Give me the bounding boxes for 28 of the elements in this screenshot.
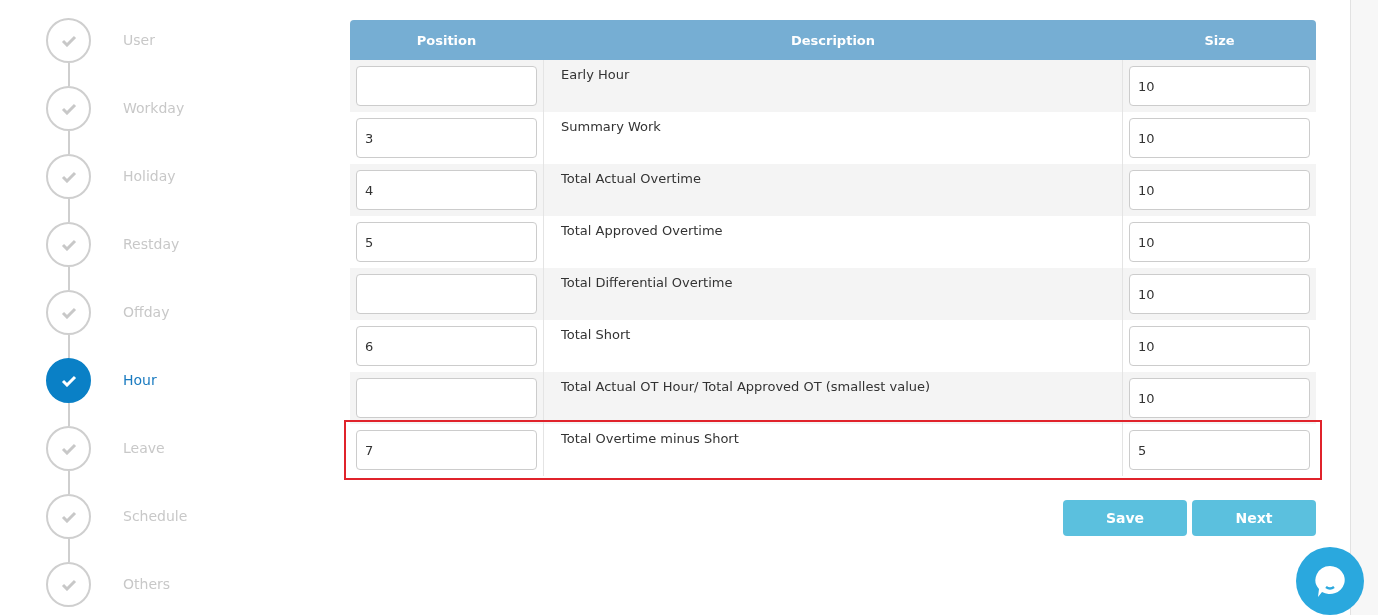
step-label[interactable]: Hour (123, 372, 157, 388)
description-cell: Total Differential Overtime (561, 275, 733, 290)
size-input[interactable]: 5 (1129, 430, 1310, 470)
size-input[interactable]: 10 (1129, 222, 1310, 262)
column-header: Size (1203, 32, 1236, 48)
position-input[interactable]: 5 (356, 222, 537, 262)
size-input[interactable]: 10 (1129, 378, 1310, 418)
description-cell: Total Overtime minus Short (561, 431, 739, 446)
description-cell: Total Actual OT Hour/ Total Approved OT (smallest value) (561, 379, 931, 394)
size-input[interactable]: 10 (1129, 118, 1310, 158)
position-input[interactable] (356, 274, 537, 314)
size-input[interactable]: 10 (1129, 326, 1310, 366)
column-header: Description (789, 32, 877, 48)
description-cell: Early Hour (561, 67, 630, 82)
description-cell: Total Approved Overtime (561, 223, 723, 238)
position-input[interactable]: 6 (356, 326, 537, 366)
column-header: Position (415, 32, 478, 48)
position-input[interactable]: 7 (356, 430, 537, 470)
size-input[interactable]: 10 (1129, 66, 1310, 106)
position-input[interactable]: 3 (356, 118, 537, 158)
size-input[interactable]: 10 (1129, 170, 1310, 210)
position-input[interactable]: 4 (356, 170, 537, 210)
description-cell: Summary Work (561, 119, 661, 134)
description-cell: Total Short (561, 327, 631, 342)
position-input[interactable] (356, 66, 537, 106)
size-input[interactable]: 10 (1129, 274, 1310, 314)
description-cell: Total Actual Overtime (561, 171, 701, 186)
position-input[interactable] (356, 378, 537, 418)
